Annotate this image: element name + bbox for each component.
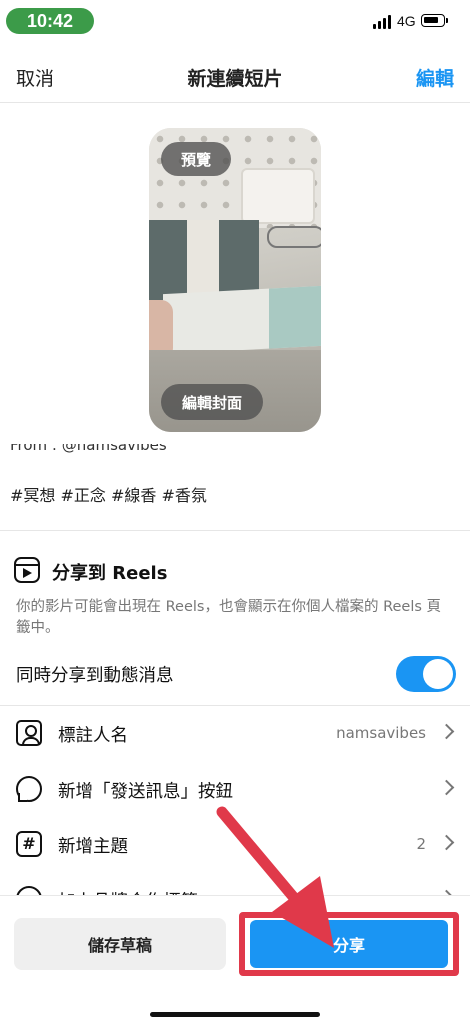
preview-button[interactable]: 預覽	[161, 142, 231, 176]
share-to-feed-toggle[interactable]	[396, 656, 456, 692]
hashtag-icon: #	[16, 831, 42, 857]
page-title: 新連續短片	[187, 68, 283, 90]
divider	[0, 530, 470, 531]
bottom-action-bar: 儲存草稿 分享	[0, 895, 470, 1025]
tag-people-row[interactable]: 標註人名 namsavibes	[0, 706, 470, 762]
video-thumbnail[interactable]: 預覽 編輯封面	[149, 128, 321, 432]
share-button[interactable]: 分享	[250, 920, 448, 968]
top-nav: 取消 新連續短片 編輯	[0, 50, 470, 103]
home-indicator	[150, 1012, 320, 1017]
add-topic-label: 新增主題	[58, 837, 128, 857]
network-label: 4G	[397, 13, 416, 29]
add-topic-row[interactable]: # 新增主題 2	[0, 817, 470, 873]
reels-section-title: 分享到 Reels	[52, 563, 168, 584]
share-to-feed-row: 同時分享到動態消息	[0, 648, 470, 702]
reels-icon	[14, 557, 40, 583]
topic-count: 2	[416, 835, 426, 853]
chevron-right-icon	[438, 834, 455, 851]
add-message-button-row[interactable]: 新增「發送訊息」按鈕	[0, 762, 470, 818]
share-to-feed-label: 同時分享到動態消息	[16, 666, 174, 686]
chevron-right-icon	[438, 779, 455, 796]
save-draft-button[interactable]: 儲存草稿	[14, 918, 226, 970]
reels-description: 你的影片可能會出現在 Reels，也會顯示在你個人檔案的 Reels 頁籤中。	[16, 599, 442, 636]
caption-hashtags[interactable]: #冥想 #正念 #線香 #香氛	[10, 482, 207, 506]
chevron-right-icon	[438, 723, 455, 740]
tag-people-label: 標註人名	[58, 726, 128, 746]
signal-icon	[373, 15, 393, 29]
tag-people-value: namsavibes	[336, 724, 426, 742]
caption-partial-line[interactable]: From : @namsavibes	[10, 444, 167, 460]
add-message-button-label: 新增「發送訊息」按鈕	[58, 782, 233, 802]
person-tag-icon	[16, 720, 42, 746]
status-time: 10:42	[6, 8, 94, 34]
message-bubble-icon	[16, 776, 42, 802]
battery-icon	[421, 14, 448, 27]
edit-button[interactable]: 編輯	[416, 64, 454, 91]
edit-cover-button[interactable]: 編輯封面	[161, 384, 263, 420]
status-bar: 10:42 4G	[0, 0, 470, 44]
